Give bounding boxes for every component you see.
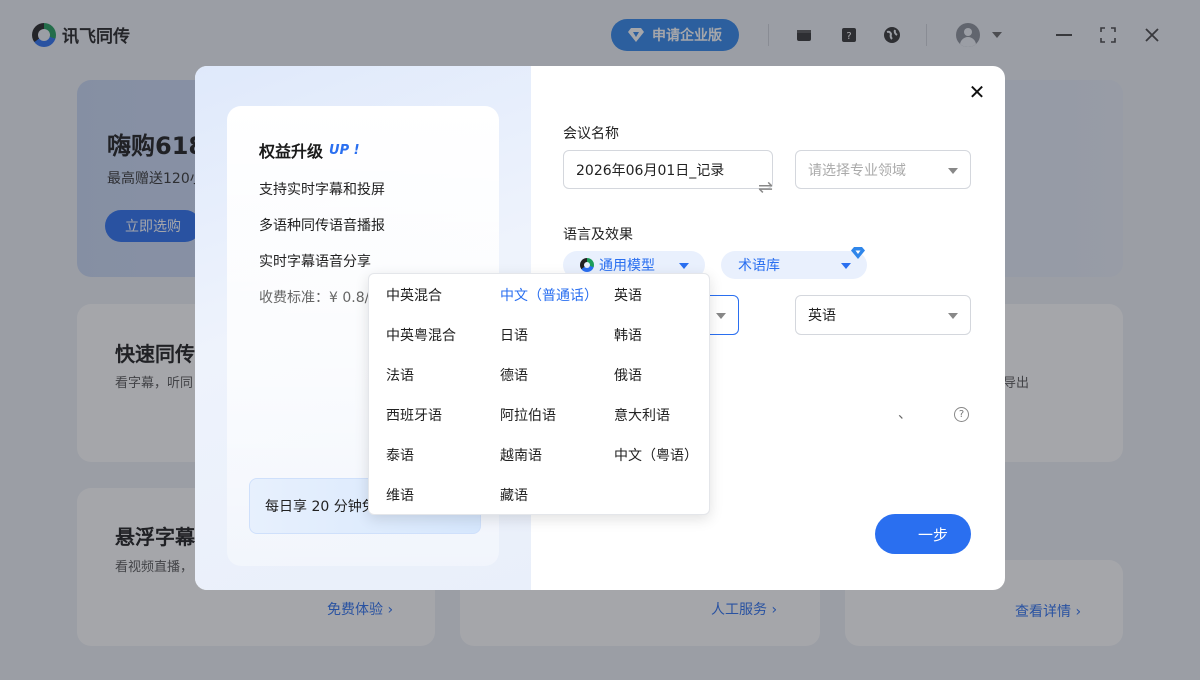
language-option-selected[interactable]: 中文（普通话） [500,285,598,305]
domain-placeholder: 请选择专业领域 [808,162,906,179]
domain-select[interactable]: 请选择专业领域 [795,150,971,189]
language-option[interactable]: 泰语 [386,445,414,465]
language-option[interactable]: 西班牙语 [386,405,442,425]
chevron-down-icon [679,263,689,269]
perk-item: 多语种同传语音播报 [259,218,385,234]
close-icon[interactable]: ✕ [965,80,989,104]
language-option[interactable]: 藏语 [500,485,528,505]
perks-title-text: 权益升级 [259,142,324,161]
help-icon[interactable]: ? [954,407,969,422]
language-option[interactable]: 中英粤混合 [386,325,456,345]
language-dropdown: 中英混合 中文（普通话） 英语 中英粤混合 日语 韩语 法语 德语 俄语 西班牙… [368,273,710,515]
model-icon [580,258,594,272]
up-badge: UP ! [329,142,360,158]
language-option[interactable]: 维语 [386,485,414,505]
chevron-down-icon [841,263,851,269]
language-option[interactable]: 越南语 [500,445,542,465]
language-option[interactable]: 德语 [500,365,528,385]
vip-diamond-icon [851,247,865,259]
chevron-down-icon [716,313,726,319]
language-option[interactable]: 日语 [500,325,528,345]
swap-icon[interactable]: ⇌ [758,177,773,198]
partial-text: 、 [898,406,912,422]
chevron-down-icon [948,168,958,174]
perks-title: 权益升级 UP ! [259,138,360,162]
language-option[interactable]: 俄语 [614,365,642,385]
perk-item: 支持实时字幕和投屏 [259,182,385,198]
language-label: 语言及效果 [563,227,633,243]
language-option[interactable]: 意大利语 [614,405,670,425]
language-option[interactable]: 韩语 [614,325,642,345]
chevron-down-icon [948,313,958,319]
meeting-name-label: 会议名称 [563,126,619,142]
language-option[interactable]: 中文（粤语） [614,445,698,465]
model-label: 通用模型 [599,258,655,274]
language-option[interactable]: 英语 [614,285,642,305]
language-option[interactable]: 中英混合 [386,285,442,305]
perk-item: 实时字幕语音分享 [259,254,371,270]
language-option[interactable]: 法语 [386,365,414,385]
next-step-button[interactable]: 一步 [875,514,971,554]
target-language-select[interactable]: 英语 [795,295,971,335]
meeting-name-input[interactable]: 2026年06月01日_记录 [563,150,773,189]
glossary-select[interactable]: 术语库 [721,247,867,279]
glossary-label: 术语库 [738,258,780,274]
language-option[interactable]: 阿拉伯语 [500,405,556,425]
target-language-value: 英语 [808,308,836,324]
